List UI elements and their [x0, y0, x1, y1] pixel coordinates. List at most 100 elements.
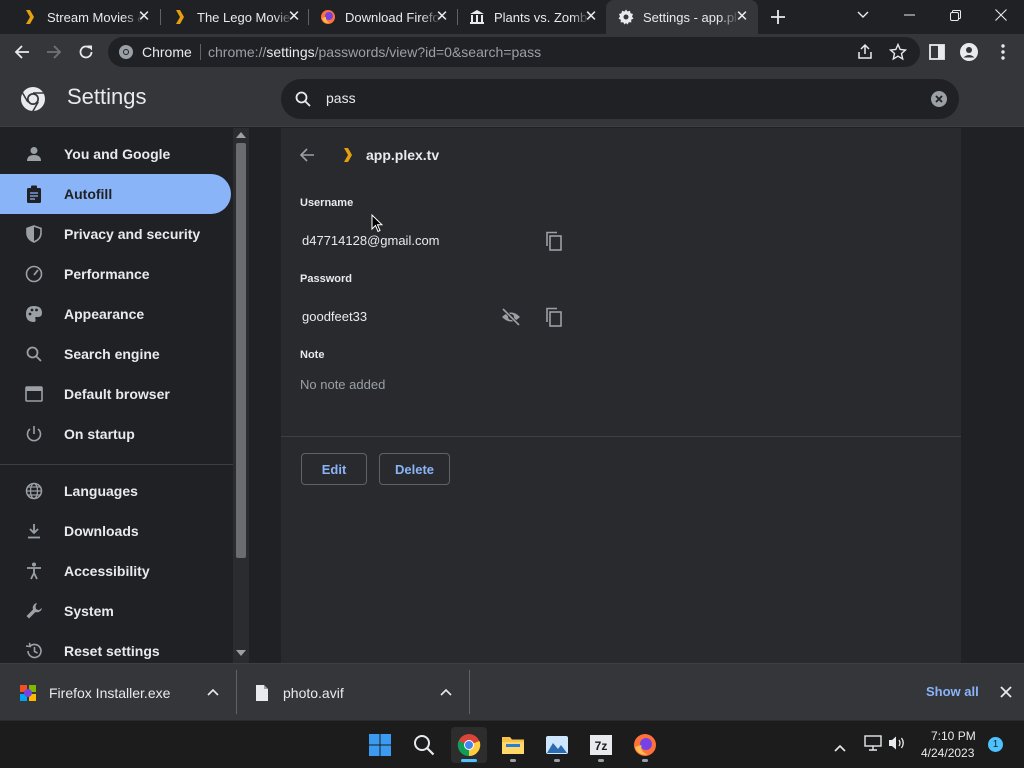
bookmark-button[interactable]: [888, 42, 908, 66]
more-vert-icon: [1001, 44, 1005, 60]
close-icon: [995, 9, 1007, 21]
sidebar-item-you-and-google[interactable]: You and Google: [0, 134, 231, 174]
edit-button[interactable]: Edit: [301, 453, 367, 485]
download-bar: Firefox Installer.exe photo.avif Show al…: [0, 663, 1024, 720]
taskbar-photos[interactable]: [539, 727, 575, 763]
back-button[interactable]: [7, 37, 37, 67]
scroll-thumb[interactable]: [236, 143, 246, 558]
settings-search[interactable]: pass: [281, 79, 959, 119]
sidebar-item-reset-settings[interactable]: Reset settings: [0, 631, 231, 663]
restore-icon: [949, 9, 961, 21]
sidebar-item-label: Privacy and security: [64, 226, 201, 242]
chevron-down-icon: [857, 11, 869, 18]
show-all-button[interactable]: Show all: [926, 684, 979, 699]
minimize-button[interactable]: [886, 0, 932, 30]
search-icon: [295, 91, 311, 112]
reload-button[interactable]: [71, 37, 101, 67]
url-prefix: chrome://: [208, 44, 267, 60]
sidebar-item-performance[interactable]: Performance: [0, 254, 231, 294]
notification-badge[interactable]: 1: [988, 737, 1003, 752]
network-icon[interactable]: [864, 735, 882, 756]
tab-close-icon[interactable]: ✕: [286, 9, 302, 25]
tab-lego-movie[interactable]: The Lego Movie ✕: [160, 0, 310, 34]
sidebar-item-default-browser[interactable]: Default browser: [0, 374, 231, 414]
taskbar-search-button[interactable]: [406, 727, 442, 763]
sidebar-item-downloads[interactable]: Downloads: [0, 511, 231, 551]
copy-password-button[interactable]: [545, 307, 563, 332]
clear-search-button[interactable]: [931, 91, 947, 112]
sidebar-item-label: Accessibility: [64, 563, 150, 579]
search-input[interactable]: pass: [326, 90, 356, 106]
firefox-icon: [634, 734, 656, 756]
sidebar-item-system[interactable]: System: [0, 591, 231, 631]
clock-date: 4/24/2023: [921, 746, 975, 760]
tab-settings[interactable]: Settings - app.plex.tv ✕: [606, 0, 758, 34]
hide-password-button[interactable]: [501, 307, 521, 331]
password-details-card: app.plex.tv Username d47714128@gmail.com…: [281, 128, 961, 663]
note-value: No note added: [300, 377, 386, 392]
forward-button[interactable]: [39, 37, 69, 67]
tab-title: Download Firefox: [345, 9, 441, 25]
running-indicator: [598, 759, 604, 762]
taskbar-chrome[interactable]: [451, 727, 487, 763]
tab-search-button[interactable]: [840, 0, 886, 30]
scroll-up-icon[interactable]: [236, 131, 246, 138]
tab-close-icon[interactable]: ✕: [583, 9, 599, 25]
sidebar-item-label: Autofill: [64, 186, 113, 202]
svg-text:7z: 7z: [595, 739, 608, 753]
download-icon: [25, 522, 43, 540]
sidebar-scrollbar[interactable]: [233, 128, 249, 663]
restore-button[interactable]: [932, 0, 978, 30]
share-button[interactable]: [856, 43, 874, 66]
chevron-up-icon[interactable]: [207, 688, 219, 696]
scroll-down-icon[interactable]: [236, 650, 246, 657]
sidebar-item-privacy-and-security[interactable]: Privacy and security: [0, 214, 231, 254]
copy-icon: [546, 307, 562, 327]
chrome-logo-icon: [20, 86, 46, 117]
tab-close-icon[interactable]: ✕: [434, 9, 450, 25]
sidebar-item-languages[interactable]: Languages: [0, 471, 231, 511]
start-button[interactable]: [362, 727, 398, 763]
download-item-firefox-installer[interactable]: Firefox Installer.exe: [19, 664, 224, 721]
address-bar[interactable]: Chrome chrome://settings/passwords/view?…: [108, 37, 920, 67]
globe-icon: [25, 482, 43, 500]
sidebar-item-on-startup[interactable]: On startup: [0, 414, 231, 454]
volume-icon[interactable]: [888, 735, 906, 756]
chrome-icon: [457, 734, 481, 757]
sidebar-item-search-engine[interactable]: Search engine: [0, 334, 231, 374]
back-button[interactable]: [299, 147, 315, 168]
taskbar-7zip[interactable]: 7z: [583, 727, 619, 763]
close-download-bar-button[interactable]: [1000, 685, 1012, 703]
note-label: Note: [300, 349, 325, 361]
wrench-icon: [25, 602, 43, 620]
profile-button[interactable]: [954, 37, 984, 67]
eye-off-icon: [501, 307, 521, 327]
tab-close-icon[interactable]: ✕: [734, 9, 750, 25]
chevron-up-icon: [834, 744, 846, 752]
close-window-button[interactable]: [978, 0, 1024, 30]
sidebar-item-label: Appearance: [64, 306, 145, 322]
download-item-photo[interactable]: photo.avif: [255, 664, 455, 721]
sidebar-item-accessibility[interactable]: Accessibility: [0, 551, 231, 591]
side-panel-button[interactable]: [922, 37, 952, 67]
tab-plants-vs-zombies[interactable]: Plants vs. Zombies ✕: [457, 0, 607, 34]
url-path: /passwords/view?id=0&search=pass: [314, 44, 542, 60]
star-icon: [888, 42, 908, 61]
new-tab-button[interactable]: [765, 4, 791, 30]
arrow-left-icon: [14, 45, 29, 59]
taskbar-file-explorer[interactable]: [495, 727, 531, 763]
menu-button[interactable]: [988, 37, 1018, 67]
copy-username-button[interactable]: [545, 231, 563, 256]
person-icon: [25, 145, 43, 163]
sidebar-item-autofill[interactable]: Autofill: [0, 174, 231, 214]
chevron-up-icon[interactable]: [440, 688, 452, 696]
tab-download-firefox[interactable]: Download Firefox ✕: [308, 0, 458, 34]
clipboard-icon: [25, 185, 43, 203]
sidebar-item-appearance[interactable]: Appearance: [0, 294, 231, 334]
tab-stream-movies[interactable]: Stream Movies & TV ✕: [10, 0, 160, 34]
show-hidden-icons-button[interactable]: [834, 739, 846, 757]
tab-close-icon[interactable]: ✕: [136, 9, 152, 25]
history-icon: [25, 642, 43, 660]
taskbar-firefox[interactable]: [627, 727, 663, 763]
delete-button[interactable]: Delete: [379, 453, 450, 485]
